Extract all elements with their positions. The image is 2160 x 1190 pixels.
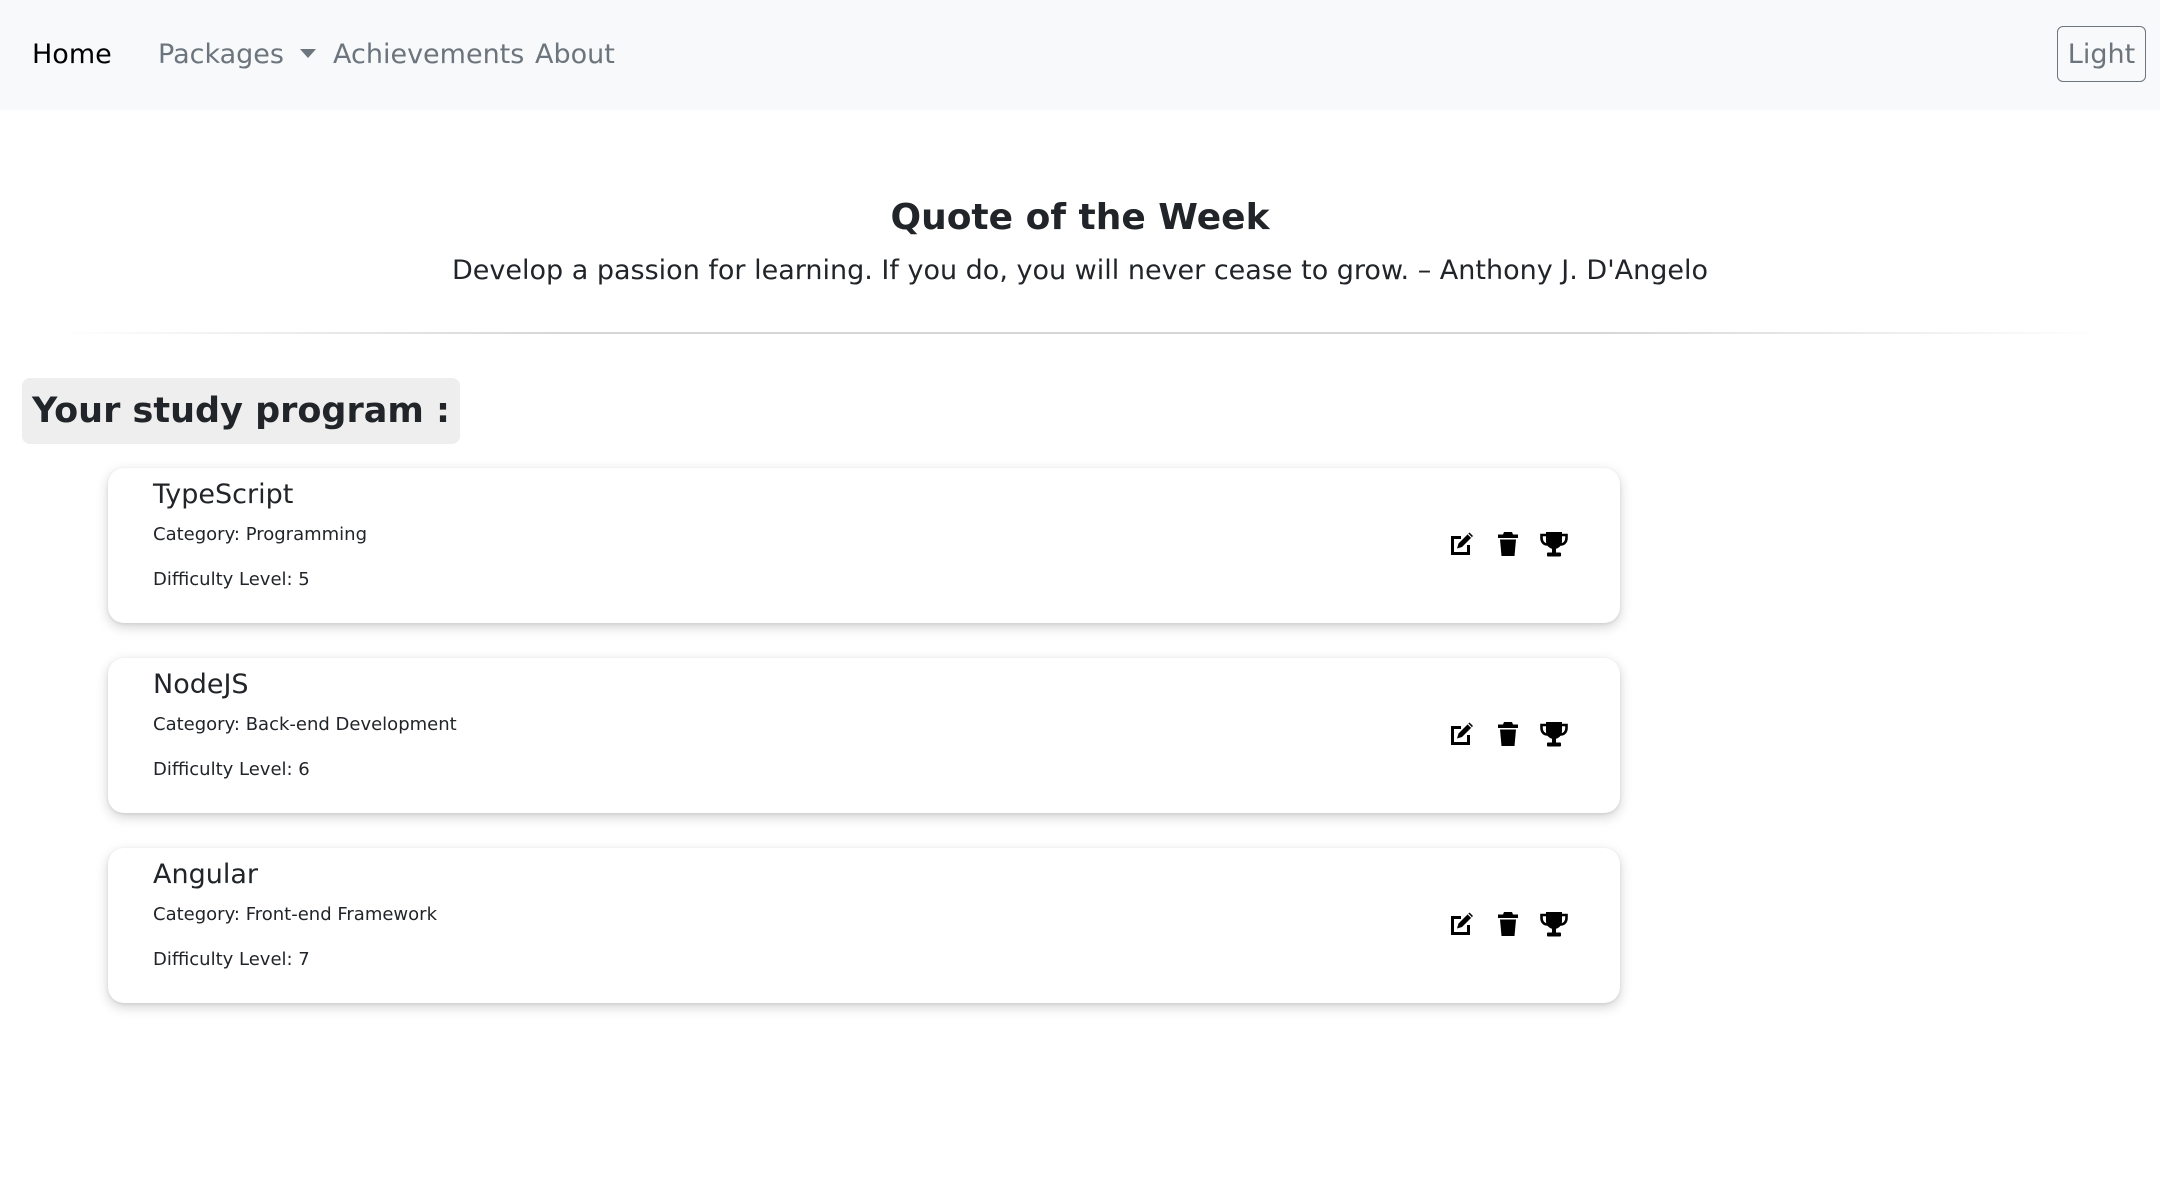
course-category: Category: Front-end Framework	[153, 904, 437, 925]
course-card-typescript: TypeScript Category: Programming Difficu…	[108, 468, 1620, 623]
course-category: Category: Programming	[153, 524, 368, 545]
course-title: Angular	[153, 859, 258, 890]
nav-home-link[interactable]: Home	[32, 37, 112, 73]
quote-text: Develop a passion for learning. If you d…	[452, 255, 1708, 286]
course-difficulty: Difficulty Level: 7	[153, 949, 310, 970]
edit-icon[interactable]	[1446, 529, 1476, 559]
theme-toggle-button[interactable]: Light	[2057, 26, 2146, 82]
study-program-heading: Your study program :	[22, 378, 461, 444]
course-card-angular: Angular Category: Front-end Framework Di…	[108, 848, 1620, 1003]
course-difficulty: Difficulty Level: 5	[153, 569, 310, 590]
nav-packages-label: Packages	[158, 39, 284, 70]
trophy-icon[interactable]	[1539, 529, 1569, 559]
trophy-icon[interactable]	[1539, 909, 1569, 939]
trash-icon[interactable]	[1493, 529, 1523, 559]
divider	[52, 332, 2108, 334]
course-card-nodejs: NodeJS Category: Back-end Development Di…	[108, 658, 1620, 813]
trophy-icon[interactable]	[1539, 719, 1569, 749]
quote-title: Quote of the Week	[890, 197, 1270, 238]
nav-packages-dropdown[interactable]: Packages	[158, 37, 316, 73]
course-title: TypeScript	[153, 479, 294, 510]
nav-about-link[interactable]: About	[535, 37, 615, 73]
course-difficulty: Difficulty Level: 6	[153, 759, 310, 780]
edit-icon[interactable]	[1446, 909, 1476, 939]
nav-achievements-link[interactable]: Achievements	[333, 37, 524, 73]
edit-icon[interactable]	[1446, 719, 1476, 749]
trash-icon[interactable]	[1493, 909, 1523, 939]
course-category: Category: Back-end Development	[153, 714, 457, 735]
course-title: NodeJS	[153, 669, 249, 700]
trash-icon[interactable]	[1493, 719, 1523, 749]
caret-down-icon	[299, 49, 316, 58]
navbar: Home Packages Achievements About Light	[0, 0, 2160, 110]
